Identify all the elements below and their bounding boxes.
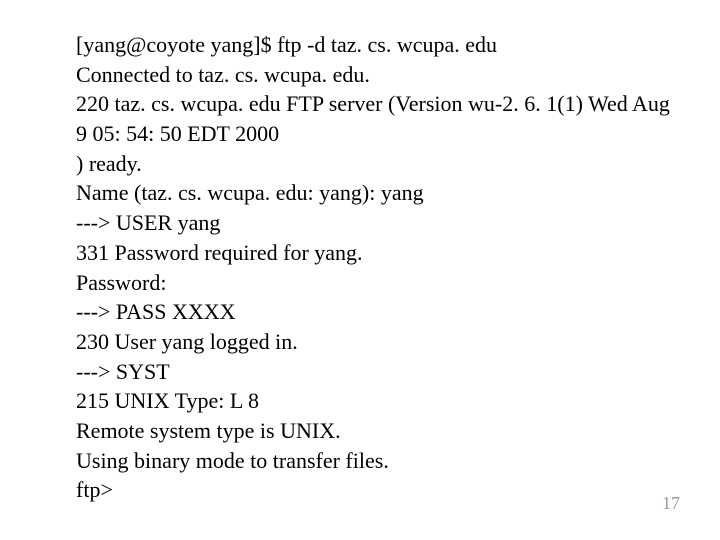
terminal-line: [yang@coyote yang]$ ftp -d taz. cs. wcup… <box>76 30 676 60</box>
terminal-line: ---> PASS XXXX <box>76 297 676 327</box>
terminal-line: ---> USER yang <box>76 208 676 238</box>
terminal-line: 215 UNIX Type: L 8 <box>76 386 676 416</box>
terminal-line: ) ready. <box>76 149 676 179</box>
terminal-line: 331 Password required for yang. <box>76 238 676 268</box>
terminal-transcript: [yang@coyote yang]$ ftp -d taz. cs. wcup… <box>76 30 676 505</box>
terminal-line: 230 User yang logged in. <box>76 327 676 357</box>
terminal-line: 220 taz. cs. wcupa. edu FTP server (Vers… <box>76 89 676 148</box>
terminal-line: ftp> <box>76 475 676 505</box>
terminal-line: Connected to taz. cs. wcupa. edu. <box>76 60 676 90</box>
terminal-line: Using binary mode to transfer files. <box>76 446 676 476</box>
terminal-line: Name (taz. cs. wcupa. edu: yang): yang <box>76 178 676 208</box>
terminal-line: Remote system type is UNIX. <box>76 416 676 446</box>
terminal-line: ---> SYST <box>76 357 676 387</box>
page-number: 17 <box>662 493 680 514</box>
terminal-line: Password: <box>76 268 676 298</box>
slide-page: [yang@coyote yang]$ ftp -d taz. cs. wcup… <box>0 0 720 540</box>
